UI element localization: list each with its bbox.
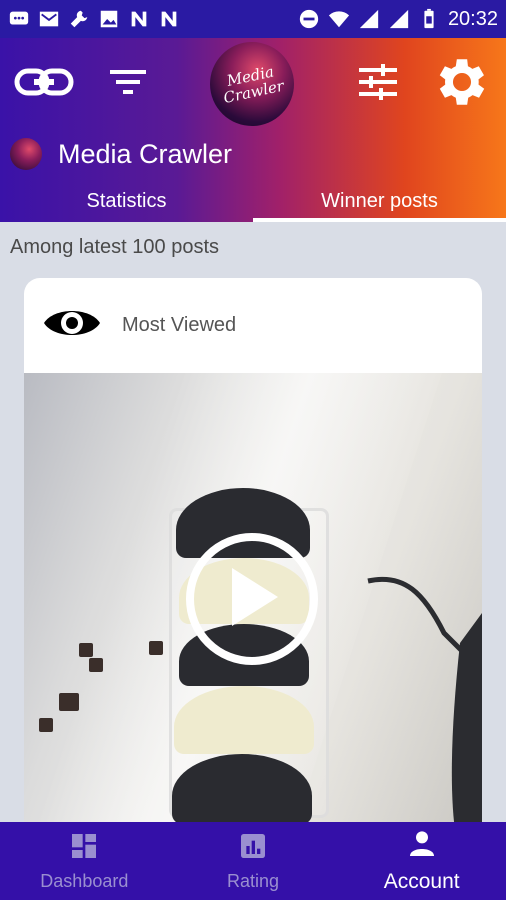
status-bar: 20:32 — [0, 0, 506, 38]
chocolate-piece — [59, 693, 79, 711]
chocolate-piece — [79, 643, 93, 657]
nav-dashboard[interactable]: Dashboard — [0, 822, 169, 900]
wrench-icon — [68, 8, 90, 30]
n-icon — [158, 8, 180, 30]
eye-icon — [42, 303, 102, 348]
system-icons: 20:32 — [298, 8, 498, 31]
section-label: Among latest 100 posts — [10, 236, 220, 258]
play-button[interactable] — [186, 533, 318, 665]
settings-button[interactable] — [430, 56, 494, 112]
chocolate-piece — [149, 641, 163, 655]
n-icon — [128, 8, 150, 30]
signal-icon — [388, 8, 410, 30]
rating-icon — [237, 830, 269, 871]
link-button[interactable] — [14, 56, 74, 112]
chocolate-piece — [89, 658, 103, 672]
card-header: Most Viewed — [24, 278, 482, 373]
app-header: Media Crawler Media Crawler Statistics W… — [0, 34, 506, 222]
nav-label: Dashboard — [40, 871, 129, 891]
status-time: 20:32 — [447, 7, 498, 30]
tab-statistics[interactable]: Statistics — [0, 180, 253, 222]
mail-icon — [38, 8, 60, 30]
tab-winner-posts[interactable]: Winner posts — [253, 180, 506, 222]
nav-account[interactable]: Account — [337, 822, 506, 900]
video-thumbnail[interactable] — [24, 373, 482, 838]
filter-button[interactable] — [98, 56, 158, 112]
title-row: Media Crawler — [0, 134, 506, 174]
play-icon — [222, 564, 282, 635]
app-avatar — [10, 138, 42, 170]
nav-label: Rating — [226, 871, 280, 891]
kettle — [367, 576, 482, 838]
nav-label: Account — [383, 870, 460, 893]
wifi-icon — [328, 8, 350, 30]
image-icon — [98, 8, 120, 30]
toolbar: Media Crawler — [0, 34, 506, 134]
tune-button[interactable] — [348, 56, 408, 112]
tab-bar: Statistics Winner posts — [0, 180, 506, 222]
notification-icons — [8, 8, 180, 30]
account-icon — [406, 828, 438, 870]
dashboard-icon — [68, 830, 100, 871]
bottom-navigation: Dashboard Rating Account — [0, 822, 506, 900]
gear-icon — [431, 51, 493, 118]
nav-rating[interactable]: Rating — [169, 822, 338, 900]
message-icon — [8, 8, 30, 30]
app-logo: Media Crawler — [202, 34, 302, 134]
dnd-icon — [298, 8, 320, 30]
filter-icon — [108, 67, 148, 102]
tune-icon — [357, 63, 399, 106]
signal-icon — [358, 8, 380, 30]
link-icon — [14, 67, 74, 102]
page-title: Media Crawler — [58, 138, 233, 169]
card-title: Most Viewed — [122, 314, 237, 336]
post-card[interactable]: Most Viewed — [24, 278, 482, 838]
battery-icon — [418, 8, 440, 30]
chocolate-piece — [39, 718, 53, 732]
